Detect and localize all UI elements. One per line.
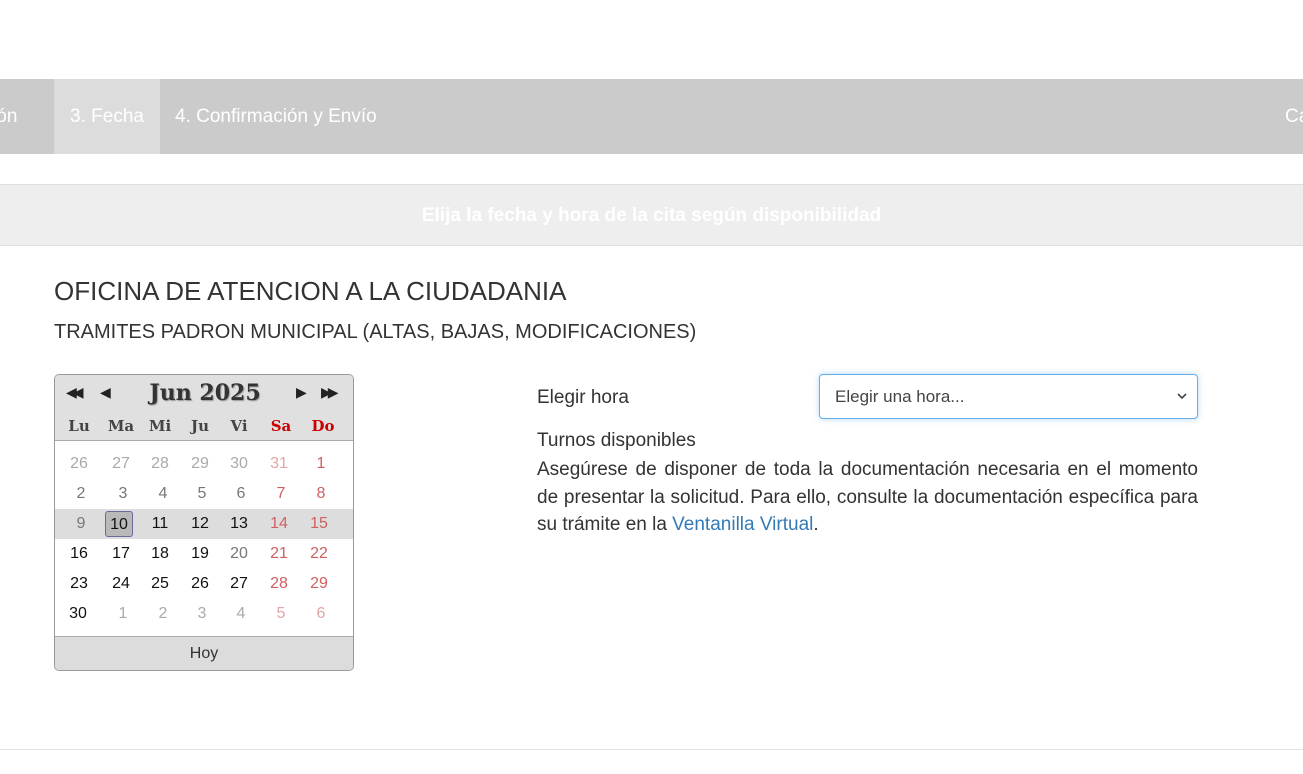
calendar-day[interactable]: 4 [143, 479, 183, 509]
weekday-label: Lu [68, 417, 90, 435]
calendar-day[interactable]: 14 [259, 509, 299, 539]
step-4-tab[interactable]: 4. Confirmación y Envío [175, 79, 377, 154]
hour-select-value: Elegir una hora... [835, 387, 965, 406]
calendar-day[interactable]: 26 [180, 569, 220, 599]
cancel-link[interactable]: Ca [1285, 79, 1303, 154]
weekday-label: Mi [148, 417, 172, 435]
calendar-day[interactable]: 15 [299, 509, 339, 539]
available-slots-label: Turnos disponibles [537, 430, 696, 451]
calendar-day[interactable]: 29 [299, 569, 339, 599]
calendar-day[interactable]: 20 [219, 539, 259, 569]
steps-bar: ación 3. Fecha 4. Confirmación y Envío C… [0, 79, 1303, 154]
calendar-day[interactable]: 1 [103, 599, 143, 629]
calendar-day[interactable]: 18 [140, 539, 180, 569]
calendar-day[interactable]: 2 [61, 479, 101, 509]
calendar-day[interactable]: 27 [219, 569, 259, 599]
weekday-label: Do [311, 417, 335, 435]
calendar-day[interactable]: 21 [259, 539, 299, 569]
calendar-day[interactable]: 17 [101, 539, 141, 569]
calendar-header: Jun 2025 ◀◀ ◀ ▶ ▶▶ Lu Ma Mi Ju Vi Sa Do [55, 375, 353, 441]
calendar-week-row-current: 9 10 11 12 13 14 15 [55, 509, 353, 539]
ventanilla-virtual-link[interactable]: Ventanilla Virtual [672, 514, 813, 535]
calendar-day[interactable]: 26 [59, 449, 99, 479]
calendar-day[interactable]: 12 [180, 509, 220, 539]
today-button[interactable]: Hoy [55, 636, 353, 670]
calendar-day[interactable]: 29 [180, 449, 220, 479]
calendar-day[interactable]: 30 [58, 599, 98, 629]
calendar-day[interactable]: 11 [140, 509, 180, 539]
weekday-label: Sa [270, 417, 292, 435]
notice-text-end: . [813, 514, 819, 535]
documentation-notice: Asegúrese de disponer de toda la documen… [537, 456, 1198, 539]
weekday-label: Ma [107, 417, 135, 435]
step-2-tab[interactable]: ación [0, 79, 17, 154]
date-picker-calendar: Jun 2025 ◀◀ ◀ ▶ ▶▶ Lu Ma Mi Ju Vi Sa Do … [54, 374, 354, 671]
calendar-day[interactable]: 16 [59, 539, 99, 569]
next-year-icon[interactable]: ▶▶ [321, 384, 338, 401]
hour-select[interactable]: Elegir una hora... [819, 374, 1198, 419]
calendar-day[interactable]: 28 [259, 569, 299, 599]
calendar-week-row: 16 17 18 19 20 21 22 [55, 539, 353, 569]
weekday-label: Vi [230, 417, 248, 435]
calendar-day[interactable]: 6 [301, 599, 341, 629]
calendar-week-row: 30 1 2 3 4 5 6 [55, 599, 353, 629]
calendar-day[interactable]: 9 [61, 509, 101, 539]
chevron-down-icon [1177, 375, 1187, 436]
calendar-day[interactable]: 25 [140, 569, 180, 599]
step-3-tab-active[interactable]: 3. Fecha [54, 79, 160, 154]
calendar-day[interactable]: 27 [101, 449, 141, 479]
weekday-label: Ju [190, 417, 209, 435]
calendar-day-today[interactable]: 10 [105, 511, 133, 537]
calendar-day[interactable]: 28 [140, 449, 180, 479]
hour-label: Elegir hora [537, 387, 629, 408]
calendar-day[interactable]: 23 [59, 569, 99, 599]
prev-year-icon[interactable]: ◀◀ [66, 384, 83, 401]
weekday-header-row: Lu Ma Mi Ju Vi Sa Do [55, 417, 353, 439]
calendar-day[interactable]: 13 [219, 509, 259, 539]
calendar-day[interactable]: 3 [103, 479, 143, 509]
calendar-week-row: 26 27 28 29 30 31 1 [55, 449, 353, 479]
calendar-day[interactable]: 5 [182, 479, 222, 509]
calendar-day[interactable]: 8 [301, 479, 341, 509]
calendar-days-grid: 26 27 28 29 30 31 1 2 3 4 5 6 7 8 9 10 1… [55, 441, 353, 636]
calendar-day[interactable]: 5 [261, 599, 301, 629]
next-month-icon[interactable]: ▶ [296, 384, 307, 401]
calendar-day[interactable]: 4 [221, 599, 261, 629]
calendar-day[interactable]: 24 [101, 569, 141, 599]
notice-text: Asegúrese de disponer de toda la documen… [537, 459, 1198, 535]
calendar-day[interactable]: 1 [301, 449, 341, 479]
calendar-day[interactable]: 22 [299, 539, 339, 569]
calendar-day[interactable]: 30 [219, 449, 259, 479]
instruction-banner: Elija la fecha y hora de la cita según d… [0, 184, 1303, 246]
service-title: TRAMITES PADRON MUNICIPAL (ALTAS, BAJAS,… [54, 321, 697, 343]
prev-month-icon[interactable]: ◀ [100, 384, 111, 401]
divider [0, 749, 1303, 750]
office-title: OFICINA DE ATENCION A LA CIUDADANIA [54, 276, 567, 306]
calendar-week-row: 23 24 25 26 27 28 29 [55, 569, 353, 599]
calendar-day[interactable]: 3 [182, 599, 222, 629]
calendar-day[interactable]: 31 [259, 449, 299, 479]
calendar-week-row: 2 3 4 5 6 7 8 [55, 479, 353, 509]
calendar-day[interactable]: 2 [143, 599, 183, 629]
calendar-day[interactable]: 7 [261, 479, 301, 509]
calendar-day[interactable]: 6 [221, 479, 261, 509]
calendar-day[interactable]: 19 [180, 539, 220, 569]
